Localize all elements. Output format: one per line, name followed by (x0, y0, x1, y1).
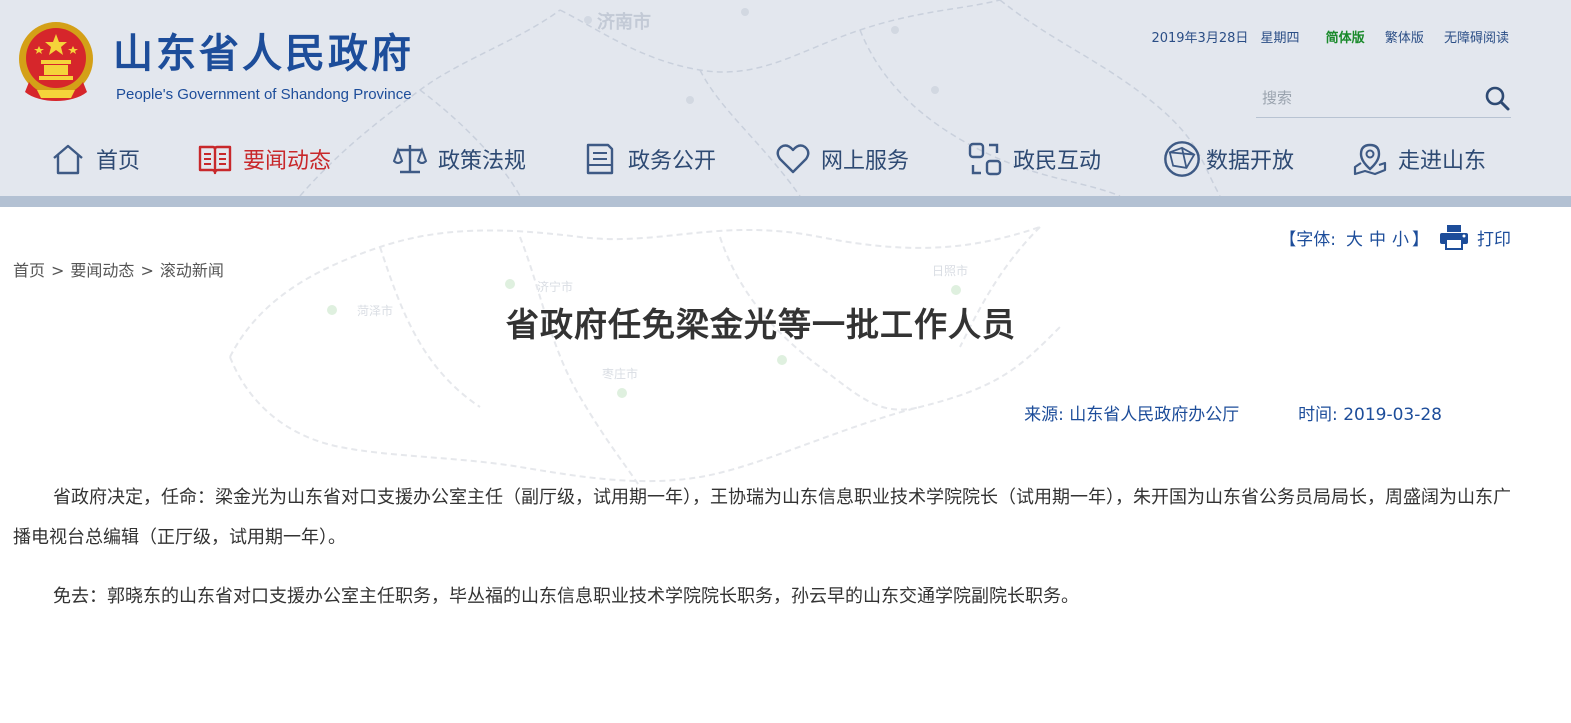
map-pin-icon (1353, 143, 1387, 176)
nav-item-home[interactable]: 首页 (50, 135, 140, 183)
search-input[interactable] (1262, 84, 1462, 112)
source-label: 来源: (1024, 405, 1064, 425)
map-label-zaozhuang: 枣庄市 (602, 367, 639, 381)
globe-icon (1164, 141, 1200, 177)
font-size-prefix: 【字体: (1279, 229, 1336, 250)
breadcrumb-separator: > (51, 261, 65, 280)
document-icon (586, 143, 614, 175)
time-label: 时间: (1298, 405, 1338, 425)
scale-icon (392, 145, 428, 174)
search-icon[interactable] (1483, 84, 1511, 112)
traditional-chinese-link[interactable]: 繁体版 (1385, 31, 1424, 46)
map-label-jining: 济宁市 (537, 280, 574, 294)
main-navigation: 首页 要闻动态 政策法规 政务公开 网上服务 政民互动 数据开放 走进山东 (0, 135, 1571, 183)
simplified-chinese-link[interactable]: 简体版 (1326, 31, 1365, 46)
book-icon (198, 145, 232, 175)
nav-item-online-services[interactable]: 网上服务 (775, 135, 909, 183)
breadcrumb-scrolling-news-link[interactable]: 滚动新闻 (160, 261, 224, 280)
nav-item-label: 数据开放 (1206, 149, 1295, 174)
nav-item-label: 网上服务 (821, 149, 910, 174)
breadcrumb: 首页 > 要闻动态 > 滚动新闻 (13, 257, 224, 281)
nav-item-label: 要闻动态 (243, 149, 332, 174)
site-header: 济南市 山东省人民政府 People's Government of Shand… (0, 0, 1571, 196)
print-button[interactable]: 打印 (1477, 225, 1511, 250)
heart-icon (776, 144, 810, 174)
nav-item-visit-shandong[interactable]: 走进山东 (1352, 135, 1486, 183)
search-box (1256, 78, 1511, 118)
article-date: 2019-03-28 (1343, 405, 1442, 425)
article-title: 省政府任免梁金光等一批工作人员 (506, 305, 1016, 344)
nav-item-interaction[interactable]: 政民互动 (967, 135, 1101, 183)
current-weekday: 星期四 (1260, 31, 1300, 46)
map-label-rizhao: 日照市 (932, 264, 969, 278)
site-subtitle: People's Government of Shandong Province (116, 86, 412, 103)
header-divider-bar (0, 196, 1571, 207)
nav-item-label: 首页 (96, 149, 141, 174)
font-size-large-button[interactable]: 大 (1346, 225, 1363, 250)
font-size-small-button[interactable]: 小 (1392, 225, 1409, 250)
accessibility-link[interactable]: 无障碍阅读 (1444, 31, 1509, 46)
font-size-suffix: 】 (1412, 229, 1429, 250)
site-title[interactable]: 山东省人民政府 (113, 30, 414, 78)
nav-item-news[interactable]: 要闻动态 (197, 135, 331, 183)
nav-item-label: 政策法规 (438, 149, 527, 174)
nav-item-open-data[interactable]: 数据开放 (1162, 135, 1294, 183)
article-source: 山东省人民政府办公厅 (1069, 405, 1240, 425)
breadcrumb-separator: > (140, 261, 154, 280)
nav-item-label: 政民互动 (1013, 149, 1102, 174)
current-date: 2019年3月28日 (1151, 31, 1249, 46)
header-map-label: 济南市 (597, 12, 651, 33)
nav-item-policy[interactable]: 政策法规 (392, 135, 526, 183)
nav-item-label: 政务公开 (628, 149, 717, 174)
body-map-watermark (229, 226, 1061, 488)
breadcrumb-home-link[interactable]: 首页 (13, 261, 45, 280)
interaction-icon (968, 142, 1002, 176)
nav-item-label: 走进山东 (1398, 149, 1487, 174)
font-size-medium-button[interactable]: 中 (1369, 225, 1386, 250)
printer-icon[interactable] (1439, 224, 1469, 250)
article-body: 省政府决定，任命：梁金光为山东省对口支援办公室主任（副厅级，试用期一年），王协瑞… (13, 478, 1511, 636)
article-meta: 来源: 山东省人民政府办公厅 时间: 2019-03-28 (1024, 400, 1442, 425)
breadcrumb-news-link[interactable]: 要闻动态 (70, 261, 134, 280)
article-paragraph: 免去：郭晓东的山东省对口支援办公室主任职务，毕丛福的山东信息职业技术学院院长职务… (53, 586, 1079, 607)
national-emblem-logo[interactable] (17, 20, 95, 102)
top-utility-bar: 2019年3月28日 星期四 简体版 繁体版 无障碍阅读 (1151, 27, 1509, 46)
article-tools: 【字体: 大 中 小 】 打印 (1279, 224, 1511, 250)
nav-item-gov-affairs[interactable]: 政务公开 (582, 135, 716, 183)
home-icon (53, 144, 83, 175)
article-paragraph: 省政府决定，任命：梁金光为山东省对口支援办公室主任（副厅级，试用期一年），王协瑞… (13, 487, 1511, 548)
